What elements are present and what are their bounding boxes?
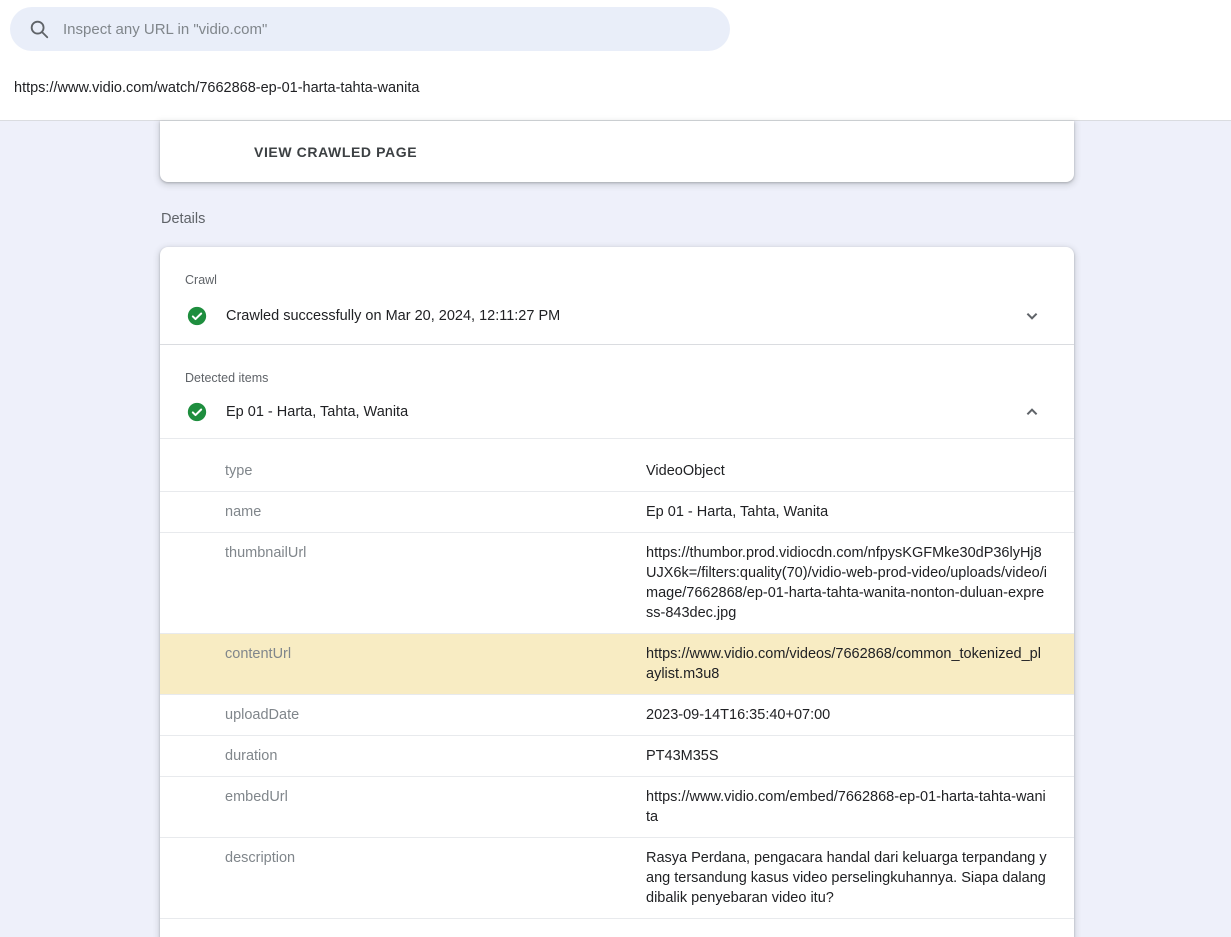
property-value: Ep 01 - Harta, Tahta, Wanita bbox=[646, 502, 1048, 522]
property-key: uploadDate bbox=[225, 705, 646, 725]
success-check-icon bbox=[187, 402, 207, 422]
crawled-page-card: VIEW CRAWLED PAGE bbox=[160, 121, 1074, 182]
property-row-uploaddate: uploadDate 2023-09-14T16:35:40+07:00 bbox=[160, 694, 1074, 735]
property-value: PT43M35S bbox=[646, 746, 1048, 766]
success-check-icon bbox=[187, 306, 207, 326]
property-row-description: description Rasya Perdana, pengacara han… bbox=[160, 837, 1074, 918]
property-row-type: type VideoObject bbox=[160, 438, 1074, 491]
details-heading: Details bbox=[161, 211, 1231, 227]
property-key: description bbox=[225, 848, 646, 908]
inspection-header: https://www.vidio.com/watch/7662868-ep-0… bbox=[0, 0, 1231, 121]
property-value: VideoObject bbox=[646, 461, 1048, 481]
search-icon bbox=[28, 18, 50, 40]
property-value: 2023-09-14T16:35:40+07:00 bbox=[646, 705, 1048, 725]
details-card: Crawl Crawled successfully on Mar 20, 20… bbox=[160, 247, 1074, 937]
property-row-name: name Ep 01 - Harta, Tahta, Wanita bbox=[160, 491, 1074, 532]
view-crawled-page-button[interactable]: VIEW CRAWLED PAGE bbox=[246, 136, 425, 168]
property-key: name bbox=[225, 502, 646, 522]
main-content: VIEW CRAWLED PAGE Details Crawl Crawled … bbox=[0, 121, 1231, 937]
property-row-duration: duration PT43M35S bbox=[160, 735, 1074, 776]
property-table: type VideoObject name Ep 01 - Harta, Tah… bbox=[160, 438, 1074, 919]
inspected-url: https://www.vidio.com/watch/7662868-ep-0… bbox=[0, 51, 1231, 120]
chevron-up-icon bbox=[1020, 400, 1044, 424]
property-key: thumbnailUrl bbox=[225, 543, 646, 623]
property-row-thumbnailurl: thumbnailUrl https://thumbor.prod.vidioc… bbox=[160, 532, 1074, 633]
property-value: Rasya Perdana, pengacara handal dari kel… bbox=[646, 848, 1048, 908]
property-key: embedUrl bbox=[225, 787, 646, 827]
crawl-section-label: Crawl bbox=[160, 247, 1074, 287]
crawl-status-text: Crawled successfully on Mar 20, 2024, 12… bbox=[226, 308, 1020, 324]
property-value: https://www.vidio.com/videos/7662868/com… bbox=[646, 644, 1048, 684]
detected-item-title: Ep 01 - Harta, Tahta, Wanita bbox=[226, 404, 1020, 420]
property-key: contentUrl bbox=[225, 644, 646, 684]
detected-item-row[interactable]: Ep 01 - Harta, Tahta, Wanita bbox=[160, 385, 1074, 438]
search-input[interactable] bbox=[63, 21, 714, 38]
property-key: duration bbox=[225, 746, 646, 766]
detected-items-section-label: Detected items bbox=[160, 345, 1074, 385]
url-inspection-search-bar[interactable] bbox=[10, 7, 730, 51]
crawl-status-row[interactable]: Crawled successfully on Mar 20, 2024, 12… bbox=[160, 287, 1074, 344]
property-key: type bbox=[225, 461, 646, 481]
property-row-contenturl: contentUrl https://www.vidio.com/videos/… bbox=[160, 633, 1074, 694]
property-value: https://thumbor.prod.vidiocdn.com/nfpysK… bbox=[646, 543, 1048, 623]
chevron-down-icon bbox=[1020, 304, 1044, 328]
property-value: https://www.vidio.com/embed/7662868-ep-0… bbox=[646, 787, 1048, 827]
property-row-embedurl: embedUrl https://www.vidio.com/embed/766… bbox=[160, 776, 1074, 837]
